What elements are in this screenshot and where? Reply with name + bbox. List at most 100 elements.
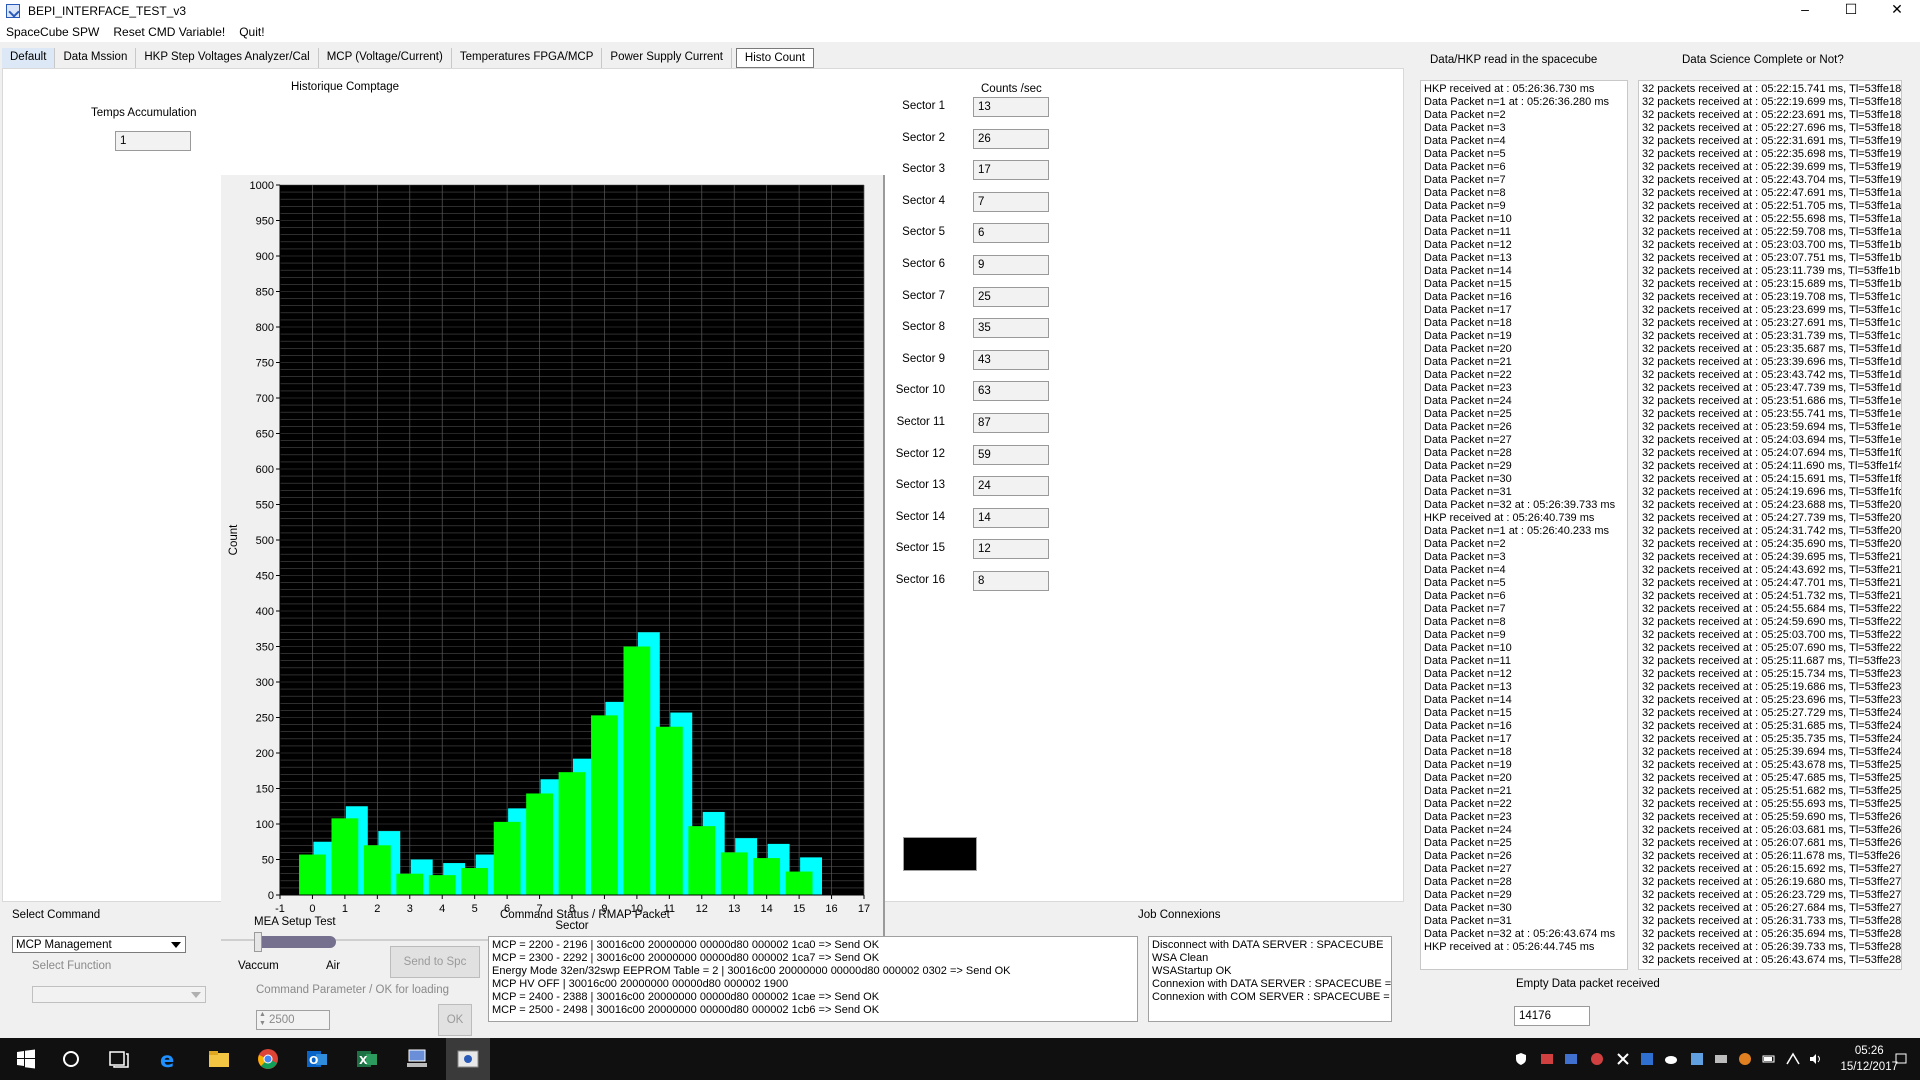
- sector-count-field[interactable]: 63: [973, 381, 1049, 402]
- clock[interactable]: 05:26 15/12/2017: [1840, 1043, 1898, 1075]
- network-icon[interactable]: [1786, 1052, 1800, 1066]
- log-line: 32 packets received at : 05:25:31.685 ms…: [1642, 720, 1902, 732]
- command-status-log[interactable]: MCP = 2200 - 2196 | 30016c00 20000000 00…: [488, 936, 1138, 1022]
- stepper-down-icon[interactable]: ▼: [259, 1020, 266, 1027]
- job-connexions-log[interactable]: Disconnect with DATA SERVER : SPACECUBE W…: [1148, 936, 1392, 1022]
- tray-app-icon[interactable]: [1540, 1052, 1554, 1066]
- tab-hkp-step-voltages[interactable]: HKP Step Voltages Analyzer/Cal: [136, 48, 319, 68]
- sector-count-field[interactable]: 8: [973, 571, 1049, 591]
- ok-button[interactable]: OK: [438, 1004, 472, 1036]
- sector-count-field[interactable]: 14: [973, 507, 1049, 528]
- y-tick-label: 50: [262, 855, 274, 867]
- send-to-spc-button[interactable]: Send to Spc: [390, 946, 480, 978]
- log-line: Data Packet n=18: [1424, 746, 1512, 758]
- x-tick-label: 13: [728, 903, 740, 915]
- sector-count-field[interactable]: 9: [973, 255, 1049, 275]
- cortana-search-icon[interactable]: [58, 1046, 84, 1072]
- sector-count-field[interactable]: 17: [973, 160, 1049, 181]
- select-function-dropdown[interactable]: [32, 986, 206, 1003]
- slider-thumb[interactable]: [254, 932, 262, 952]
- tab-histo-count[interactable]: Histo Count: [735, 48, 815, 68]
- maximize-button[interactable]: ☐: [1828, 0, 1874, 22]
- stepper-up-icon[interactable]: ▲: [259, 1011, 266, 1018]
- sector-count-field[interactable]: 59: [973, 444, 1049, 465]
- chrome-icon[interactable]: [255, 1046, 281, 1072]
- tray-app-icon[interactable]: [1640, 1052, 1654, 1066]
- log-line: 32 packets received at : 05:25:23.696 ms…: [1642, 694, 1902, 706]
- tab-default[interactable]: Default: [2, 48, 56, 68]
- log-line: Data Packet n=1 at : 05:26:40.233 ms: [1424, 525, 1609, 537]
- task-view-icon[interactable]: [106, 1046, 132, 1072]
- temps-accumulation-field[interactable]: 1: [115, 131, 191, 151]
- tray-app-icon[interactable]: [1690, 1052, 1704, 1066]
- tray-app-icon[interactable]: [1590, 1052, 1604, 1066]
- title-bar: BEPI_INTERFACE_TEST_v3 – ☐ ✕: [0, 0, 1920, 22]
- tab-data-mission[interactable]: Data Mssion: [55, 48, 137, 68]
- sector-count-field[interactable]: 12: [973, 539, 1049, 560]
- log-line: 32 packets received at : 05:22:19.699 ms…: [1642, 96, 1902, 108]
- minimize-button[interactable]: –: [1782, 0, 1828, 22]
- log-line: 32 packets received at : 05:24:35.690 ms…: [1642, 538, 1902, 550]
- menu-quit[interactable]: Quit!: [239, 25, 264, 39]
- log-line: 32 packets received at : 05:26:19.680 ms…: [1642, 876, 1902, 888]
- y-tick-label: 700: [256, 393, 274, 405]
- sector-count-field[interactable]: 26: [973, 128, 1049, 149]
- science-log[interactable]: 32 packets received at : 05:22:15.741 ms…: [1638, 80, 1902, 970]
- sector-count-field[interactable]: 24: [973, 476, 1049, 497]
- bepi-app-icon[interactable]: [455, 1046, 481, 1072]
- sector-count-field[interactable]: 43: [973, 349, 1049, 370]
- log-line: Data Packet n=1 at : 05:26:36.280 ms: [1424, 96, 1609, 108]
- notification-icon[interactable]: [1894, 1052, 1908, 1066]
- empty-packets-field[interactable]: 14176: [1514, 1006, 1590, 1026]
- sector-label: Sector 2: [902, 131, 945, 144]
- shield-icon[interactable]: [1514, 1052, 1528, 1066]
- sector-count-field[interactable]: 25: [973, 286, 1049, 307]
- log-line: Data Packet n=24: [1424, 395, 1512, 407]
- tab-power-supply-current[interactable]: Power Supply Current: [602, 48, 732, 68]
- bar-series-1: [526, 793, 553, 895]
- mea-vaccum-label: Vaccum: [238, 960, 279, 972]
- sector-count-field[interactable]: 87: [973, 413, 1049, 433]
- sector-count-field[interactable]: 6: [973, 223, 1049, 244]
- tray-app-icon[interactable]: [1714, 1052, 1728, 1066]
- mea-setup-slider[interactable]: [254, 932, 336, 952]
- chart-title: Historique Comptage: [291, 81, 400, 93]
- close-button[interactable]: ✕: [1874, 0, 1920, 22]
- excel-icon[interactable]: X: [354, 1046, 380, 1072]
- log-line: 32 packets received at : 05:23:51.686 ms…: [1642, 395, 1902, 407]
- edge-icon[interactable]: e: [156, 1046, 182, 1072]
- file-explorer-icon[interactable]: [206, 1046, 232, 1072]
- job-line: WSAStartup OK: [1152, 965, 1232, 977]
- log-line: 32 packets received at : 05:23:03.700 ms…: [1642, 239, 1902, 251]
- menu-bar: SpaceCube SPW Reset CMD Variable! Quit!: [0, 22, 1920, 42]
- sector-count-field[interactable]: 7: [973, 191, 1049, 212]
- cloud-icon[interactable]: [1664, 1052, 1678, 1066]
- bar-series-1: [558, 772, 586, 895]
- log-line: 32 packets received at : 05:24:51.732 ms…: [1642, 590, 1902, 602]
- network-app-icon[interactable]: [404, 1046, 430, 1072]
- y-tick-label: 500: [256, 535, 274, 547]
- volume-icon[interactable]: [1808, 1052, 1822, 1066]
- command-parameter-stepper[interactable]: ▲ ▼ 2500: [256, 1010, 330, 1030]
- windows-start-icon[interactable]: [13, 1046, 39, 1072]
- bar-series-1: [363, 845, 391, 895]
- hkp-log[interactable]: HKP received at : 05:26:36.730 ms Data Pa…: [1420, 80, 1628, 970]
- sector-count-field[interactable]: 13: [973, 97, 1049, 117]
- sector-count-field[interactable]: 35: [973, 318, 1049, 339]
- log-line: HKP received at : 05:26:36.730 ms: [1424, 83, 1595, 95]
- outlook-icon[interactable]: O: [304, 1046, 330, 1072]
- tray-app-icon[interactable]: [1738, 1052, 1752, 1066]
- tray-app-icon[interactable]: [1564, 1052, 1578, 1066]
- menu-spacecube-spw[interactable]: SpaceCube SPW: [6, 25, 99, 39]
- tab-mcp-voltage-current[interactable]: MCP (Voltage/Current): [318, 48, 452, 68]
- tab-temperatures[interactable]: Temperatures FPGA/MCP: [451, 48, 603, 68]
- select-command-dropdown[interactable]: MCP Management: [12, 936, 186, 953]
- log-line: Data Packet n=5: [1424, 577, 1506, 589]
- battery-icon[interactable]: [1762, 1052, 1776, 1066]
- tray-app-icon[interactable]: [1616, 1052, 1630, 1066]
- log-line: Data Packet n=21: [1424, 356, 1512, 368]
- menu-reset-cmd-variable[interactable]: Reset CMD Variable!: [113, 25, 225, 39]
- log-line: 32 packets received at : 05:25:59.690 ms…: [1642, 811, 1902, 823]
- command-parameter-value[interactable]: 2500: [269, 1014, 295, 1026]
- x-tick-label: 1: [342, 903, 348, 915]
